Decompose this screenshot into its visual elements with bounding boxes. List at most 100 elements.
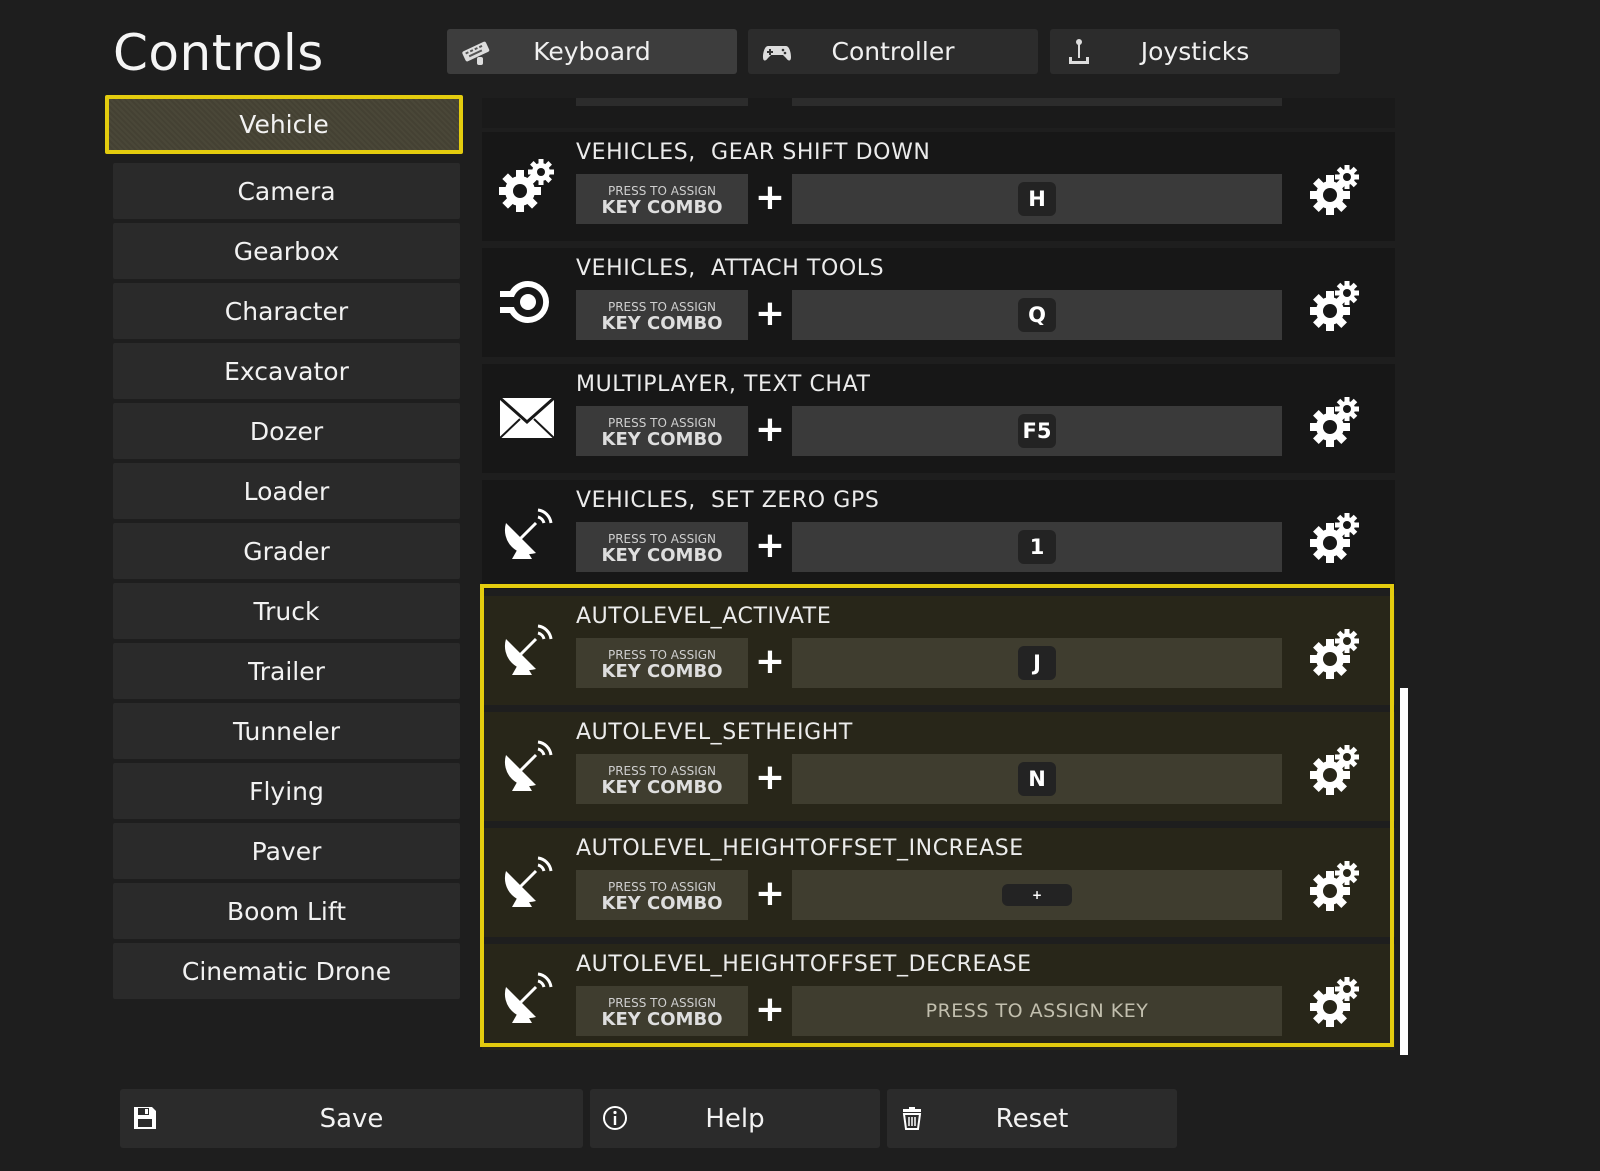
key-field-placeholder: PRESS TO ASSIGN KEY — [925, 1000, 1149, 1022]
tab-keyboard-label: Keyboard — [533, 37, 651, 66]
sidebar-item-label: Grader — [243, 536, 330, 566]
sidebar-item-tunneler[interactable]: Tunneler — [113, 703, 460, 759]
settings-gear-icon[interactable] — [1308, 861, 1360, 913]
key-field[interactable]: 1 — [792, 522, 1282, 572]
sidebar-item-label: Paver — [251, 836, 322, 866]
sidebar-item-paver[interactable]: Paver — [113, 823, 460, 879]
sidebar-item-label: Truck — [253, 596, 320, 626]
sidebar-item-vehicle[interactable]: Vehicle — [105, 95, 463, 154]
settings-gear-icon[interactable] — [1308, 745, 1360, 797]
sidebar-item-label: Excavator — [224, 356, 349, 386]
plus-sign: + — [754, 177, 786, 218]
sidebar-item-label: Gearbox — [233, 236, 340, 266]
help-button[interactable]: Help — [590, 1089, 880, 1148]
combo-hint: PRESS TO ASSIGN — [607, 764, 717, 778]
sidebar-item-label: Cinematic Drone — [181, 956, 392, 986]
sidebar-item-label: Vehicle — [239, 110, 329, 139]
tab-controller[interactable]: Controller — [748, 29, 1038, 74]
plus-sign: + — [754, 757, 786, 798]
settings-gear-icon[interactable] — [1308, 165, 1360, 217]
sidebar-item-dozer[interactable]: Dozer — [113, 403, 460, 459]
combo-label: KEY COMBO — [601, 545, 723, 566]
combo-hint: PRESS TO ASSIGN — [607, 996, 717, 1010]
combo-label: KEY COMBO — [601, 197, 723, 218]
keyboard-icon — [462, 41, 490, 65]
key-combo-button[interactable]: PRESS TO ASSIGN KEY COMBO — [576, 638, 748, 688]
key-combo-button[interactable]: PRESS TO ASSIGN KEY COMBO — [576, 870, 748, 920]
binding-row: VEHICLES, GEAR SHIFT DOWN PRESS TO ASSIG… — [482, 132, 1395, 241]
keycap: H — [1018, 182, 1056, 216]
key-field[interactable]: H — [792, 174, 1282, 224]
key-combo-button[interactable]: PRESS TO ASSIGN KEY COMBO — [576, 174, 748, 224]
sidebar-item-grader[interactable]: Grader — [113, 523, 460, 579]
key-field[interactable]: Q — [792, 290, 1282, 340]
binding-list: VEHICLES, GEAR SHIFT DOWN PRESS TO ASSIG… — [482, 98, 1395, 1050]
binding-label: AUTOLEVEL_HEIGHTOFFSET_DECREASE — [576, 952, 1032, 977]
sidebar-item-truck[interactable]: Truck — [113, 583, 460, 639]
combo-label: KEY COMBO — [601, 777, 723, 798]
binding-label: AUTOLEVEL_ACTIVATE — [576, 604, 832, 629]
settings-gear-icon[interactable] — [1308, 397, 1360, 449]
plus-sign: + — [754, 989, 786, 1030]
satellite-dish-icon — [504, 740, 553, 791]
sidebar-item-cinematic-drone[interactable]: Cinematic Drone — [113, 943, 460, 999]
key-field[interactable]: F5 — [792, 406, 1282, 456]
key-combo-button[interactable]: PRESS TO ASSIGN KEY COMBO — [576, 406, 748, 456]
binding-row: VEHICLES, SET ZERO GPS PRESS TO ASSIGN K… — [482, 480, 1395, 589]
sidebar-item-character[interactable]: Character — [113, 283, 460, 339]
sidebar-item-label: Boom Lift — [226, 896, 347, 926]
key-combo-button[interactable]: PRESS TO ASSIGN KEY COMBO — [576, 754, 748, 804]
plus-sign: + — [754, 873, 786, 914]
sidebar-item-camera[interactable]: Camera — [113, 163, 460, 219]
trash-icon — [902, 1107, 922, 1130]
key-combo-button[interactable]: PRESS TO ASSIGN KEY COMBO — [576, 986, 748, 1036]
sidebar-item-gearbox[interactable]: Gearbox — [113, 223, 460, 279]
key-combo-button[interactable]: PRESS TO ASSIGN KEY COMBO — [576, 522, 748, 572]
key-field[interactable]: PRESS TO ASSIGN KEY — [792, 986, 1282, 1036]
plus-sign: + — [754, 525, 786, 566]
binding-label: VEHICLES, ATTACH TOOLS — [576, 256, 885, 281]
keycap: 1 — [1018, 530, 1056, 564]
combo-label: KEY COMBO — [601, 1009, 723, 1030]
reset-button[interactable]: Reset — [887, 1089, 1177, 1148]
sidebar-item-label: Dozer — [249, 416, 324, 446]
sidebar-item-trailer[interactable]: Trailer — [113, 643, 460, 699]
save-button[interactable]: Save — [120, 1089, 583, 1148]
binding-label: AUTOLEVEL_SETHEIGHT — [576, 720, 853, 745]
sidebar-item-label: Trailer — [248, 656, 325, 686]
sidebar-item-boom-lift[interactable]: Boom Lift — [113, 883, 460, 939]
key-combo-button[interactable]: PRESS TO ASSIGN KEY COMBO — [576, 290, 748, 340]
settings-gear-icon[interactable] — [1308, 629, 1360, 681]
settings-gear-icon[interactable] — [1308, 977, 1360, 1029]
tab-keyboard[interactable]: Keyboard — [447, 29, 737, 74]
scrollbar-thumb[interactable] — [1400, 688, 1408, 1055]
keycap: + — [1002, 884, 1072, 906]
partial-combo-button[interactable] — [576, 98, 748, 106]
settings-gear-icon[interactable] — [1308, 281, 1360, 333]
info-icon — [603, 1106, 627, 1130]
combo-label: KEY COMBO — [601, 661, 723, 682]
binding-label: AUTOLEVEL_HEIGHTOFFSET_INCREASE — [576, 836, 1024, 861]
sidebar-item-flying[interactable]: Flying — [113, 763, 460, 819]
partial-binding-row — [482, 98, 1395, 128]
partial-key-field[interactable] — [792, 98, 1282, 106]
key-field[interactable]: J — [792, 638, 1282, 688]
binding-row: VEHICLES, ATTACH TOOLS PRESS TO ASSIGN K… — [482, 248, 1395, 357]
settings-gear-icon[interactable] — [1308, 513, 1360, 565]
floppy-disk-icon — [134, 1107, 156, 1129]
keycap: F5 — [1018, 414, 1056, 448]
combo-label: KEY COMBO — [601, 313, 723, 334]
keycap: J — [1018, 646, 1056, 680]
sidebar-item-excavator[interactable]: Excavator — [113, 343, 460, 399]
key-field[interactable]: + — [792, 870, 1282, 920]
key-field[interactable]: N — [792, 754, 1282, 804]
binding-label: MULTIPLAYER, TEXT CHAT — [576, 372, 871, 397]
sidebar-item-loader[interactable]: Loader — [113, 463, 460, 519]
tab-joysticks[interactable]: Joysticks — [1050, 29, 1340, 74]
page-title: Controls — [113, 24, 324, 82]
binding-label: VEHICLES, SET ZERO GPS — [576, 488, 880, 513]
sidebar-item-label: Loader — [243, 476, 330, 506]
plus-sign: + — [754, 409, 786, 450]
plus-sign: + — [754, 641, 786, 682]
binding-label: VEHICLES, GEAR SHIFT DOWN — [576, 140, 931, 165]
